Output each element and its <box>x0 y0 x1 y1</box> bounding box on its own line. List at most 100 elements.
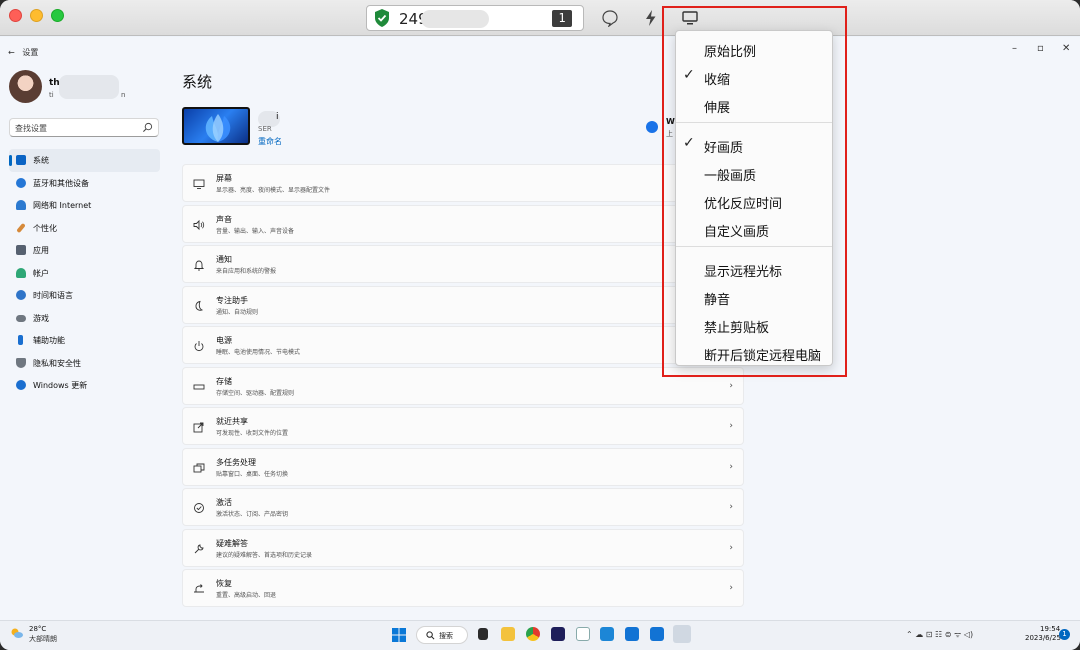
page-title: 系统 <box>182 73 213 91</box>
weather-temperature: 28°C <box>29 625 47 633</box>
card-troubleshoot[interactable]: 疑难解答 建议的疑难解答、首选项和历史记录 › <box>182 528 744 567</box>
remote-windows-desktop: ← 设置 – ▫ ✕ th ti n 查找设置 系统 蓝牙和其他设备 网络和 I… <box>0 37 1080 620</box>
nav-item-personalization[interactable]: 个性化 <box>9 217 160 240</box>
apps-icon <box>16 245 26 255</box>
gamepad-icon <box>16 314 26 322</box>
chevron-right-icon: › <box>729 583 733 593</box>
card-subtitle: 音量、输出、输入、声音设备 <box>216 227 295 235</box>
intellij-icon[interactable] <box>551 627 565 641</box>
zoom-window-button[interactable] <box>51 9 64 22</box>
card-title: 激活 <box>216 498 232 507</box>
redacted-name-mask <box>59 75 119 99</box>
card-notifications[interactable]: 通知 来自应用和系统的警报 › <box>182 245 744 283</box>
card-focus-assist[interactable]: 专注助手 通知、自动规则 › <box>182 285 744 324</box>
card-title: 多任务处理 <box>216 457 256 467</box>
device-model: SER <box>258 125 272 133</box>
card-title: 就近共享 <box>216 417 248 426</box>
card-storage[interactable]: 存储 存储空间、驱动器、配置规则 › <box>182 366 744 405</box>
chevron-right-icon: › <box>729 502 733 512</box>
card-title: 通知 <box>216 255 232 264</box>
shield-icon <box>16 357 26 368</box>
redacted-id-mask <box>421 10 489 28</box>
update-icon <box>16 380 26 390</box>
nav-label: 网络和 Internet <box>33 201 92 210</box>
nav-item-windows-update[interactable]: Windows 更新 <box>9 374 160 397</box>
card-recovery[interactable]: 恢复 重置、高级启动、回退 › <box>182 569 744 607</box>
close-button[interactable]: ✕ <box>1062 43 1070 54</box>
bell-icon <box>193 260 205 271</box>
card-activation[interactable]: 激活 激活状态、订阅、产品密钥 › <box>182 488 744 526</box>
chart-app-icon[interactable] <box>576 627 590 641</box>
nav-item-privacy[interactable]: 隐私和安全性 <box>9 352 160 375</box>
display-icon <box>16 155 26 165</box>
nav-item-apps[interactable]: 应用 <box>9 239 160 262</box>
minimize-button[interactable]: – <box>1012 43 1017 54</box>
clock-date[interactable]: 2023/6/25 <box>1025 634 1061 642</box>
notification-badge[interactable]: 1 <box>1059 629 1070 640</box>
weather-sun-cloud-icon[interactable] <box>10 627 24 639</box>
rename-link[interactable]: 重命名 <box>258 136 282 147</box>
chevron-right-icon: › <box>729 542 733 553</box>
speaker-icon <box>193 219 205 230</box>
bluetooth-icon <box>16 177 26 188</box>
chrome-icon[interactable] <box>526 627 540 641</box>
system-tray[interactable]: ⌃ ☁ ⊡ ☷ ⊜ ᯤ ◁) <box>906 629 973 640</box>
chat-icon[interactable] <box>601 9 619 27</box>
moon-icon <box>195 300 204 311</box>
nav-item-time-language[interactable]: 时间和语言 <box>9 284 160 307</box>
file-explorer-icon[interactable] <box>501 627 515 641</box>
settings-gear-icon[interactable] <box>673 625 691 643</box>
task-view-icon[interactable] <box>478 628 488 640</box>
settings-search-input[interactable]: 查找设置 <box>9 118 159 137</box>
card-sound[interactable]: 声音 音量、输出、输入、声音设备 › <box>182 204 744 243</box>
settings-nav: 系统 蓝牙和其他设备 网络和 Internet 个性化 应用 帐户 时间和语言 … <box>9 149 160 397</box>
maximize-button[interactable]: ▫ <box>1037 43 1044 54</box>
clock-time[interactable]: 19:54 <box>1040 625 1060 633</box>
search-icon <box>426 631 435 640</box>
nav-item-network[interactable]: 网络和 Internet <box>9 194 160 217</box>
card-subtitle: 贴靠窗口、桌面、任务切换 <box>216 470 289 478</box>
bloom-wallpaper-icon <box>205 114 231 142</box>
nav-item-gaming[interactable]: 游戏 <box>9 307 160 330</box>
remote-app-2-icon[interactable] <box>650 627 664 641</box>
nav-label: 辅助功能 <box>33 336 65 345</box>
card-power[interactable]: 电源 睡眠、电池使用情况、节电模式 › <box>182 326 744 364</box>
windows-taskbar: 28°C 大部晴朗 搜索 ⌃ ☁ ⊡ ☷ ⊜ ᯤ ◁) 19:54 2023/6… <box>0 620 1080 650</box>
shield-check-icon <box>375 9 389 27</box>
card-nearby-sharing[interactable]: 就近共享 可发现性、收到文件的位置 › <box>182 407 744 445</box>
lightning-icon[interactable] <box>642 9 660 27</box>
card-subtitle: 通知、自动规则 <box>216 308 259 316</box>
power-icon <box>194 341 204 352</box>
windows-start-icon[interactable] <box>392 628 406 642</box>
close-window-button[interactable] <box>9 9 22 22</box>
remote-app-icon[interactable] <box>625 627 639 641</box>
nav-label: 时间和语言 <box>33 291 73 300</box>
nav-item-accessibility[interactable]: 辅助功能 <box>9 329 160 352</box>
card-subtitle: 显示器、亮度、夜间模式、显示器配置文件 <box>216 187 331 194</box>
card-subtitle: 激活状态、订阅、产品密钥 <box>216 511 289 518</box>
settings-card-list: 屏幕 显示器、亮度、夜间模式、显示器配置文件 › 声音 音量、输出、输入、声音设… <box>182 164 744 610</box>
nav-label: 游戏 <box>33 313 49 323</box>
card-title: 电源 <box>216 336 232 345</box>
card-subtitle: 重置、高级启动、回退 <box>216 592 277 599</box>
nav-label: Windows 更新 <box>33 381 88 390</box>
person-icon <box>16 267 26 278</box>
card-subtitle: 存储空间、驱动器、配置规则 <box>216 389 295 397</box>
nav-item-accounts[interactable]: 帐户 <box>9 262 160 285</box>
check-circle-icon <box>194 503 204 513</box>
back-nav[interactable]: ← 设置 <box>8 47 38 58</box>
taskbar-search-button[interactable]: 搜索 <box>416 626 468 644</box>
card-multitasking[interactable]: 多任务处理 贴靠窗口、桌面、任务切换 › <box>182 447 744 486</box>
vscode-icon[interactable] <box>600 627 614 641</box>
chevron-right-icon: › <box>729 421 733 431</box>
monitor-icon <box>193 179 205 189</box>
card-title: 专注助手 <box>216 295 248 305</box>
card-subtitle: 来自应用和系统的警报 <box>216 268 277 275</box>
nav-item-system[interactable]: 系统 <box>9 149 160 172</box>
card-display[interactable]: 屏幕 显示器、亮度、夜间模式、显示器配置文件 › <box>182 164 744 202</box>
nav-item-bluetooth[interactable]: 蓝牙和其他设备 <box>9 172 160 195</box>
screen-number-badge[interactable]: 1 <box>552 10 572 27</box>
minimize-window-button[interactable] <box>30 9 43 22</box>
user-email-end: n <box>121 91 126 99</box>
connection-id-field[interactable]: 249 1 <box>366 5 584 31</box>
